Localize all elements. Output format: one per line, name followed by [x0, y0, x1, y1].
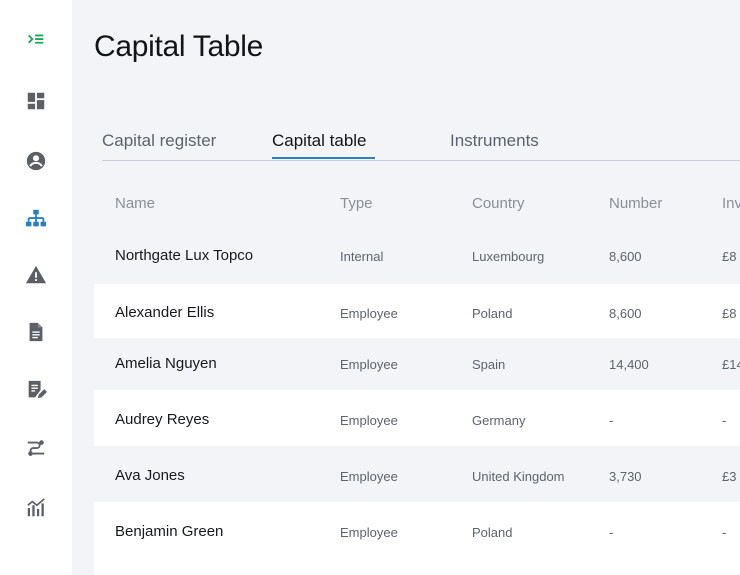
column-header-country[interactable]: Country	[472, 195, 525, 212]
table-row[interactable]: Alexander Ellis Employee Poland 8,600 £8	[94, 284, 740, 338]
table-row[interactable]: Northgate Lux Topco Internal Luxembourg …	[94, 226, 740, 284]
cell-investment: £8	[722, 249, 737, 264]
cell-country: Poland	[472, 306, 513, 321]
cell-name: Benjamin Green	[115, 523, 224, 540]
cell-type: Employee	[340, 306, 398, 321]
cell-number: 14,400	[609, 357, 649, 372]
column-header-number[interactable]: Number	[609, 195, 662, 212]
cell-investment: £3	[722, 469, 737, 484]
table-row[interactable]: Amelia Nguyen Employee Spain 14,400 £14	[94, 338, 740, 390]
page-title: Capital Table	[94, 30, 263, 63]
cell-name: Northgate Lux Topco	[115, 247, 254, 264]
main-content: Capital Table Capital register Capital t…	[72, 0, 740, 575]
cell-type: Internal	[340, 249, 384, 264]
org-chart-icon[interactable]	[24, 207, 48, 231]
column-header-type[interactable]: Type	[340, 195, 373, 212]
tab-bar: Capital register Capital table Instrumen…	[102, 130, 740, 161]
column-header-name[interactable]: Name	[115, 195, 155, 212]
cell-investment: -	[722, 525, 727, 540]
table-row[interactable]: Benjamin Green Employee Poland - -	[94, 502, 740, 575]
column-header-investment[interactable]: Inv	[722, 195, 740, 212]
cell-investment: -	[722, 413, 727, 428]
user-circle-icon[interactable]	[24, 149, 48, 173]
cell-type: Employee	[340, 413, 398, 428]
cell-name: Alexander Ellis	[115, 304, 215, 321]
table-row[interactable]: Audrey Reyes Employee Germany - -	[94, 390, 740, 446]
document-icon[interactable]	[24, 320, 48, 344]
cell-name: Amelia Nguyen	[115, 355, 217, 372]
table-row[interactable]: Ava Jones Employee United Kingdom 3,730 …	[94, 446, 740, 502]
cell-country: Luxembourg	[472, 249, 545, 264]
tab-capital-table[interactable]: Capital table	[272, 130, 374, 159]
analytics-icon[interactable]	[24, 496, 48, 520]
cell-name: Audrey Reyes	[115, 411, 210, 428]
cell-number: 3,730	[609, 469, 642, 484]
dashboard-icon[interactable]	[24, 89, 48, 113]
cell-type: Employee	[340, 525, 398, 540]
cell-number: 8,600	[609, 306, 642, 321]
cell-investment: £14	[722, 357, 740, 372]
cell-country: Germany	[472, 413, 526, 428]
cell-country: Spain	[472, 357, 506, 372]
flow-icon[interactable]	[24, 437, 48, 461]
document-edit-icon[interactable]	[24, 378, 48, 402]
cell-type: Employee	[340, 469, 398, 484]
cell-country: United Kingdom	[472, 469, 565, 484]
menu-collapse-icon[interactable]	[24, 28, 48, 52]
capital-table: Name Type Country Number Inv Northgate L…	[94, 180, 740, 575]
cell-investment: £8	[722, 306, 737, 321]
cell-number: -	[609, 525, 614, 540]
cell-type: Employee	[340, 357, 398, 372]
cell-number: -	[609, 413, 614, 428]
table-header: Name Type Country Number Inv	[94, 180, 740, 226]
warning-icon[interactable]	[24, 263, 48, 287]
cell-country: Poland	[472, 525, 513, 540]
tab-instruments[interactable]: Instruments	[450, 130, 539, 158]
cell-number: 8,600	[609, 249, 642, 264]
cell-name: Ava Jones	[115, 467, 185, 484]
sidebar	[0, 0, 73, 575]
tab-capital-register[interactable]: Capital register	[102, 130, 216, 158]
